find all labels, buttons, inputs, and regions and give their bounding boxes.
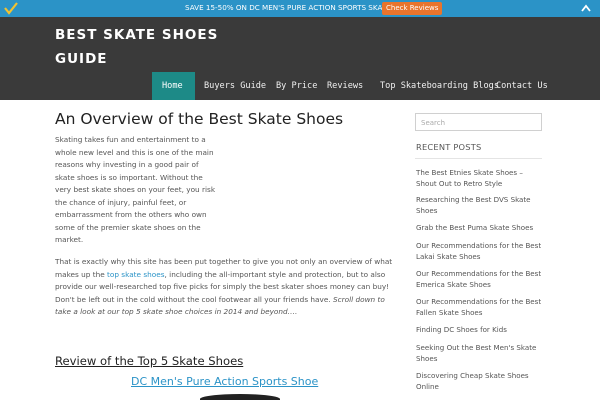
- recent-post-link[interactable]: Finding DC Shoes for Kids: [416, 324, 542, 335]
- main-nav: Home Buyers Guide By Price Reviews Top S…: [0, 72, 600, 100]
- nav-home[interactable]: Home: [152, 72, 195, 100]
- site-title-line-1[interactable]: BEST SKATE SHOES: [55, 23, 235, 47]
- nav-contact-us[interactable]: Contact Us: [496, 72, 548, 100]
- site-header: BEST SKATE SHOES GUIDE Home Buyers Guide…: [0, 17, 600, 100]
- checkmark-logo-icon[interactable]: [4, 2, 18, 15]
- site-title[interactable]: BEST SKATE SHOES GUIDE: [55, 23, 235, 71]
- main-content: An Overview of the Best Skate Shoes Skat…: [55, 100, 395, 400]
- recent-post-link[interactable]: Our Recommendations for the Best Lakai S…: [416, 240, 542, 262]
- recent-post-link[interactable]: Our Recommendations for the Best Emerica…: [416, 268, 542, 290]
- top-skate-shoes-link[interactable]: top skate shoes: [107, 270, 165, 279]
- recent-post-link[interactable]: The Best Etnies Skate Shoes – Shout Out …: [416, 167, 542, 189]
- site-title-line-2[interactable]: GUIDE: [55, 47, 235, 71]
- promo-bar: SAVE 15-50% ON DC MEN'S PURE ACTION SPOR…: [0, 0, 600, 17]
- nav-top-skateboarding-blogs[interactable]: Top Skateboarding Blogs: [380, 72, 499, 100]
- product-link[interactable]: DC Men's Pure Action Sports Shoe: [131, 375, 318, 388]
- recent-post-link[interactable]: Our Recommendations for the Best Fallen …: [416, 296, 542, 318]
- check-reviews-button[interactable]: Check Reviews: [382, 2, 443, 15]
- shoe-image[interactable]: [200, 394, 280, 400]
- recent-post-link[interactable]: Researching the Best DVS Skate Shoes: [416, 194, 542, 216]
- page-title: An Overview of the Best Skate Shoes: [55, 110, 344, 128]
- nav-by-price[interactable]: By Price: [276, 72, 317, 100]
- recent-post-link[interactable]: Discovering Cheap Skate Shoes Online: [416, 370, 542, 392]
- divider: [415, 158, 542, 159]
- chevron-up-icon[interactable]: [581, 4, 591, 13]
- overview-paragraph: That is exactly why this site has been p…: [55, 256, 395, 319]
- recent-post-link[interactable]: Seeking Out the Best Men's Skate Shoes: [416, 342, 542, 364]
- search-input[interactable]: Search: [415, 113, 542, 131]
- nav-buyers-guide[interactable]: Buyers Guide: [204, 72, 266, 100]
- recent-posts-heading: RECENT POSTS: [416, 142, 482, 152]
- nav-reviews[interactable]: Reviews: [327, 72, 363, 100]
- intro-paragraph: Skating takes fun and entertainment to a…: [55, 135, 216, 244]
- recent-post-link[interactable]: Grab the Best Puma Skate Shoes: [416, 222, 542, 233]
- promo-text: SAVE 15-50% ON DC MEN'S PURE ACTION SPOR…: [185, 3, 414, 12]
- section-title: Review of the Top 5 Skate Shoes: [55, 354, 244, 368]
